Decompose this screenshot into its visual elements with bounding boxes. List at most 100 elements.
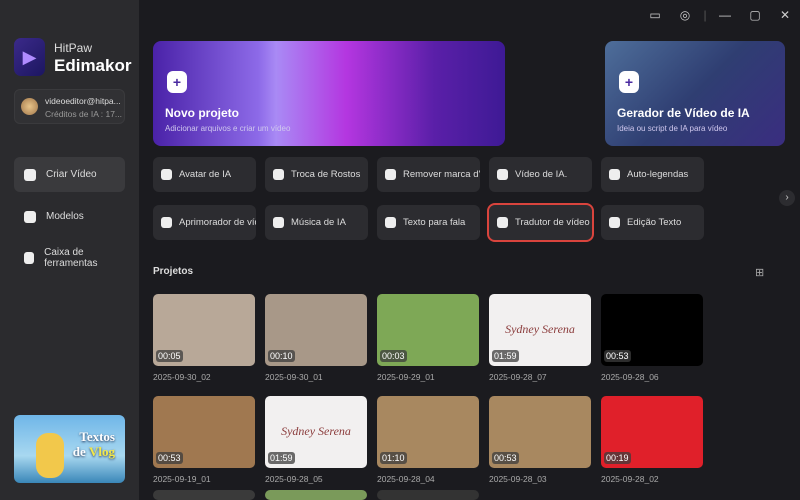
duration-badge: 00:53 xyxy=(604,350,631,362)
duration-badge: 01:10 xyxy=(380,452,407,464)
maximize-icon[interactable]: ▢ xyxy=(740,8,770,22)
text-to-speech-icon xyxy=(385,217,396,228)
tool-button[interactable]: Vídeo de IA. xyxy=(489,157,592,192)
ai-credits: Créditos de IA : 17... xyxy=(45,109,123,119)
grid-view-icon[interactable]: ⊞ xyxy=(755,266,764,279)
duration-badge: 00:10 xyxy=(268,350,295,362)
tool-button[interactable]: Edição Texto xyxy=(601,205,704,240)
promo-banner[interactable]: Textos de Vlog xyxy=(14,415,125,483)
tool-label: Vídeo de IA. xyxy=(515,169,568,180)
project-thumbnail[interactable]: 00:53 xyxy=(601,294,703,366)
duration-badge: 00:53 xyxy=(156,452,183,464)
project-thumbnail[interactable]: 00:53 xyxy=(153,396,255,468)
tool-button[interactable]: Música de IA xyxy=(265,205,368,240)
music-icon xyxy=(273,217,284,228)
location-icon[interactable]: ◎ xyxy=(670,8,700,22)
project-thumbnail[interactable]: 00:53 xyxy=(489,396,591,468)
tool-label: Tradutor de vídeo xyxy=(515,217,590,228)
subtitles-icon xyxy=(609,169,620,180)
edimakor-logo-icon: ▶ xyxy=(14,38,45,76)
plus-icon: + xyxy=(619,71,639,93)
sidebar-item-label: Modelos xyxy=(46,211,84,222)
templates-icon xyxy=(24,210,36,223)
account-panel[interactable]: videoeditor@hitpa... Créditos de IA : 17… xyxy=(14,89,125,124)
promo-text: Textos de Vlog xyxy=(72,429,115,459)
tool-button[interactable]: Troca de Rostos xyxy=(265,157,368,192)
toolbox-icon xyxy=(24,251,35,264)
ai-video-generator-card[interactable]: + Gerador de Vídeo de IA Ideia ou script… xyxy=(605,41,785,146)
sidebar-item-criar-video[interactable]: Criar Vídeo xyxy=(14,157,125,192)
feedback-icon[interactable]: ▭ xyxy=(640,8,670,22)
minimize-icon[interactable]: — xyxy=(710,8,740,22)
project-name: 2025-09-28_03 xyxy=(489,474,547,484)
duration-badge: 00:03 xyxy=(380,350,407,362)
project-name: 2025-09-28_02 xyxy=(601,474,659,484)
card-subtitle: Adicionar arquivos e criar um vídeo xyxy=(165,124,291,133)
project-name: 2025-09-30_01 xyxy=(265,372,323,382)
project-thumbnail[interactable] xyxy=(265,490,367,500)
tool-label: Música de IA xyxy=(291,217,346,228)
account-email: videoeditor@hitpa... xyxy=(45,96,121,106)
duration-badge: 01:59 xyxy=(492,350,519,362)
sidebar-item-label: Caixa de ferramentas xyxy=(44,246,98,269)
tool-label: Edição Texto xyxy=(627,217,682,228)
text-edit-icon xyxy=(609,217,620,228)
project-name: 2025-09-28_06 xyxy=(601,372,659,382)
card-title: Novo projeto xyxy=(165,106,239,120)
tool-button[interactable]: Auto-legendas xyxy=(601,157,704,192)
project-name: 2025-09-28_04 xyxy=(377,474,435,484)
thumbnail-title-text: Sydney Serena xyxy=(505,322,575,336)
project-thumbnail[interactable]: 00:05 xyxy=(153,294,255,366)
tool-label: Auto-legendas xyxy=(627,169,689,180)
tool-button[interactable]: Remover marca d'água xyxy=(377,157,480,192)
project-thumbnail[interactable] xyxy=(153,490,255,500)
sidebar: ▶ HitPaw Edimakor videoeditor@hitpa... C… xyxy=(0,0,139,500)
tool-button[interactable]: Texto para fala xyxy=(377,205,480,240)
avatar-icon xyxy=(161,169,172,180)
duration-badge: 00:19 xyxy=(604,452,631,464)
sidebar-item-modelos[interactable]: Modelos xyxy=(14,199,125,234)
tool-label: Troca de Rostos xyxy=(291,169,361,180)
tool-label: Texto para fala xyxy=(403,217,466,228)
project-name: 2025-09-28_07 xyxy=(489,372,547,382)
project-thumbnail[interactable]: 01:10 xyxy=(377,396,479,468)
face-swap-icon xyxy=(273,169,284,180)
duration-badge: 01:59 xyxy=(268,452,295,464)
project-thumbnail[interactable]: 00:10 xyxy=(265,294,367,366)
project-thumbnail[interactable]: Sydney Serena 01:59 xyxy=(489,294,591,366)
tool-button[interactable]: Aprimorador de vídeo xyxy=(153,205,256,240)
divider: | xyxy=(703,8,707,22)
project-thumbnail[interactable]: 00:03 xyxy=(377,294,479,366)
project-name: 2025-09-30_02 xyxy=(153,372,211,382)
project-name: 2025-09-28_05 xyxy=(265,474,323,484)
new-project-card[interactable]: + Novo projeto Adicionar arquivos e cria… xyxy=(153,41,505,146)
duration-badge: 00:53 xyxy=(492,452,519,464)
ai-video-icon xyxy=(497,169,508,180)
duration-badge: 00:05 xyxy=(156,350,183,362)
avatar xyxy=(21,98,38,115)
project-thumbnail[interactable]: Sydney Serena 01:59 xyxy=(265,396,367,468)
project-name: 2025-09-29_01 xyxy=(377,372,435,382)
promo-image xyxy=(36,433,64,478)
tool-label: Aprimorador de vídeo xyxy=(179,217,256,228)
project-name: 2025-09-19_01 xyxy=(153,474,211,484)
window-controls: ▭ ◎ | — ▢ ✕ xyxy=(640,0,800,30)
close-icon[interactable]: ✕ xyxy=(770,8,800,22)
project-thumbnail[interactable] xyxy=(377,490,479,500)
projects-title: Projetos xyxy=(153,266,194,277)
sidebar-item-label: Criar Vídeo xyxy=(46,169,97,180)
translate-icon xyxy=(497,217,508,228)
card-title: Gerador de Vídeo de IA xyxy=(617,106,750,120)
brand-name: Edimakor xyxy=(54,56,132,75)
tool-button[interactable]: Avatar de IA xyxy=(153,157,256,192)
chevron-right-icon[interactable]: › xyxy=(779,190,795,206)
sidebar-item-caixa-de-ferramentas[interactable]: Caixa de ferramentas xyxy=(14,240,125,275)
card-subtitle: Ideia ou script de IA para vídeo xyxy=(617,124,728,133)
tool-button[interactable]: Tradutor de vídeo xyxy=(487,203,594,242)
brand-top: HitPaw xyxy=(54,41,93,55)
create-video-icon xyxy=(24,168,36,181)
video-enhancer-icon xyxy=(161,217,172,228)
watermark-remove-icon xyxy=(385,169,396,180)
project-thumbnail[interactable]: 00:19 xyxy=(601,396,703,468)
tool-label: Avatar de IA xyxy=(179,169,232,180)
